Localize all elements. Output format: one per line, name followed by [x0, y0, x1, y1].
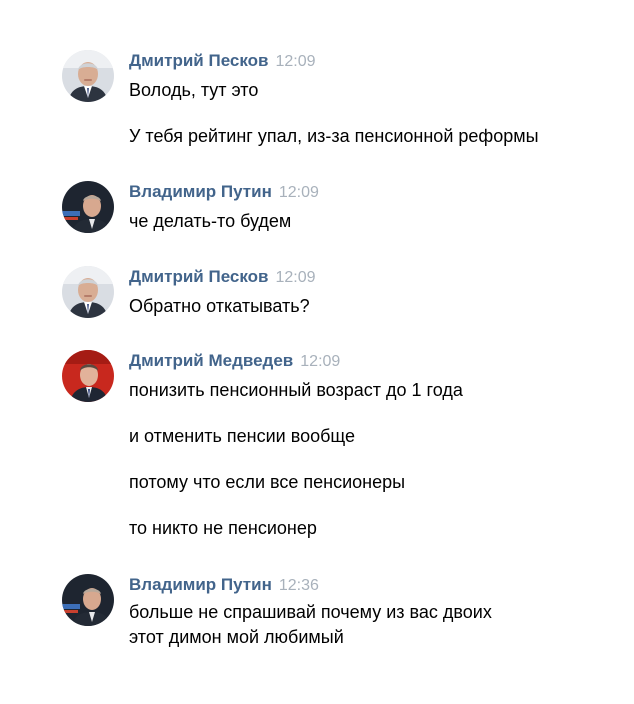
message-time: 12:36: [278, 577, 319, 594]
author-name[interactable]: Владимир Путин: [129, 575, 272, 594]
chat-history: Дмитрий Песков 12:09 Володь, тут это У те…: [0, 0, 634, 704]
message-text: и отменить пенсии вообще: [129, 426, 356, 446]
message-text: че делать-то будем: [129, 211, 292, 231]
message-text: то никто не пенсионер: [129, 518, 317, 538]
message-content: Дмитрий Медведев 12:09 понизить пенсионны…: [129, 350, 614, 538]
author-name[interactable]: Владимир Путин: [129, 182, 272, 201]
message-text: потому что если все пенсионеры: [129, 472, 406, 492]
peskov-avatar-icon[interactable]: [62, 266, 114, 318]
message-time: 12:09: [275, 53, 316, 70]
message-content: Дмитрий Песков 12:09 Обратно откатывать?: [129, 266, 614, 316]
message-text: Обратно откатывать?: [129, 296, 310, 316]
message-text: больше не спрашивай почему из вас двоих: [129, 602, 492, 622]
message-time: 12:09: [278, 184, 319, 201]
message-text: У тебя рейтинг упал, из-за пенсионной ре…: [129, 126, 539, 146]
author-name[interactable]: Дмитрий Песков: [129, 267, 269, 286]
message-text: понизить пенсионный возраст до 1 года: [129, 380, 463, 400]
peskov-avatar-icon[interactable]: [62, 50, 114, 102]
message-content: Владимир Путин 12:36 больше не спрашивай …: [129, 574, 614, 647]
message-text: этот димон мой любимый: [129, 627, 344, 647]
message-time: 12:09: [300, 353, 341, 370]
message-text: Володь, тут это: [129, 80, 259, 100]
message-time: 12:09: [275, 269, 316, 286]
medvedev-avatar-icon[interactable]: [62, 350, 114, 402]
message-content: Дмитрий Песков 12:09 Володь, тут это У те…: [129, 50, 614, 146]
author-name[interactable]: Дмитрий Песков: [129, 51, 269, 70]
putin-avatar-icon[interactable]: [62, 574, 114, 626]
putin-avatar-icon[interactable]: [62, 181, 114, 233]
author-name[interactable]: Дмитрий Медведев: [129, 351, 293, 370]
message-content: Владимир Путин 12:09 че делать-то будем: [129, 181, 614, 231]
